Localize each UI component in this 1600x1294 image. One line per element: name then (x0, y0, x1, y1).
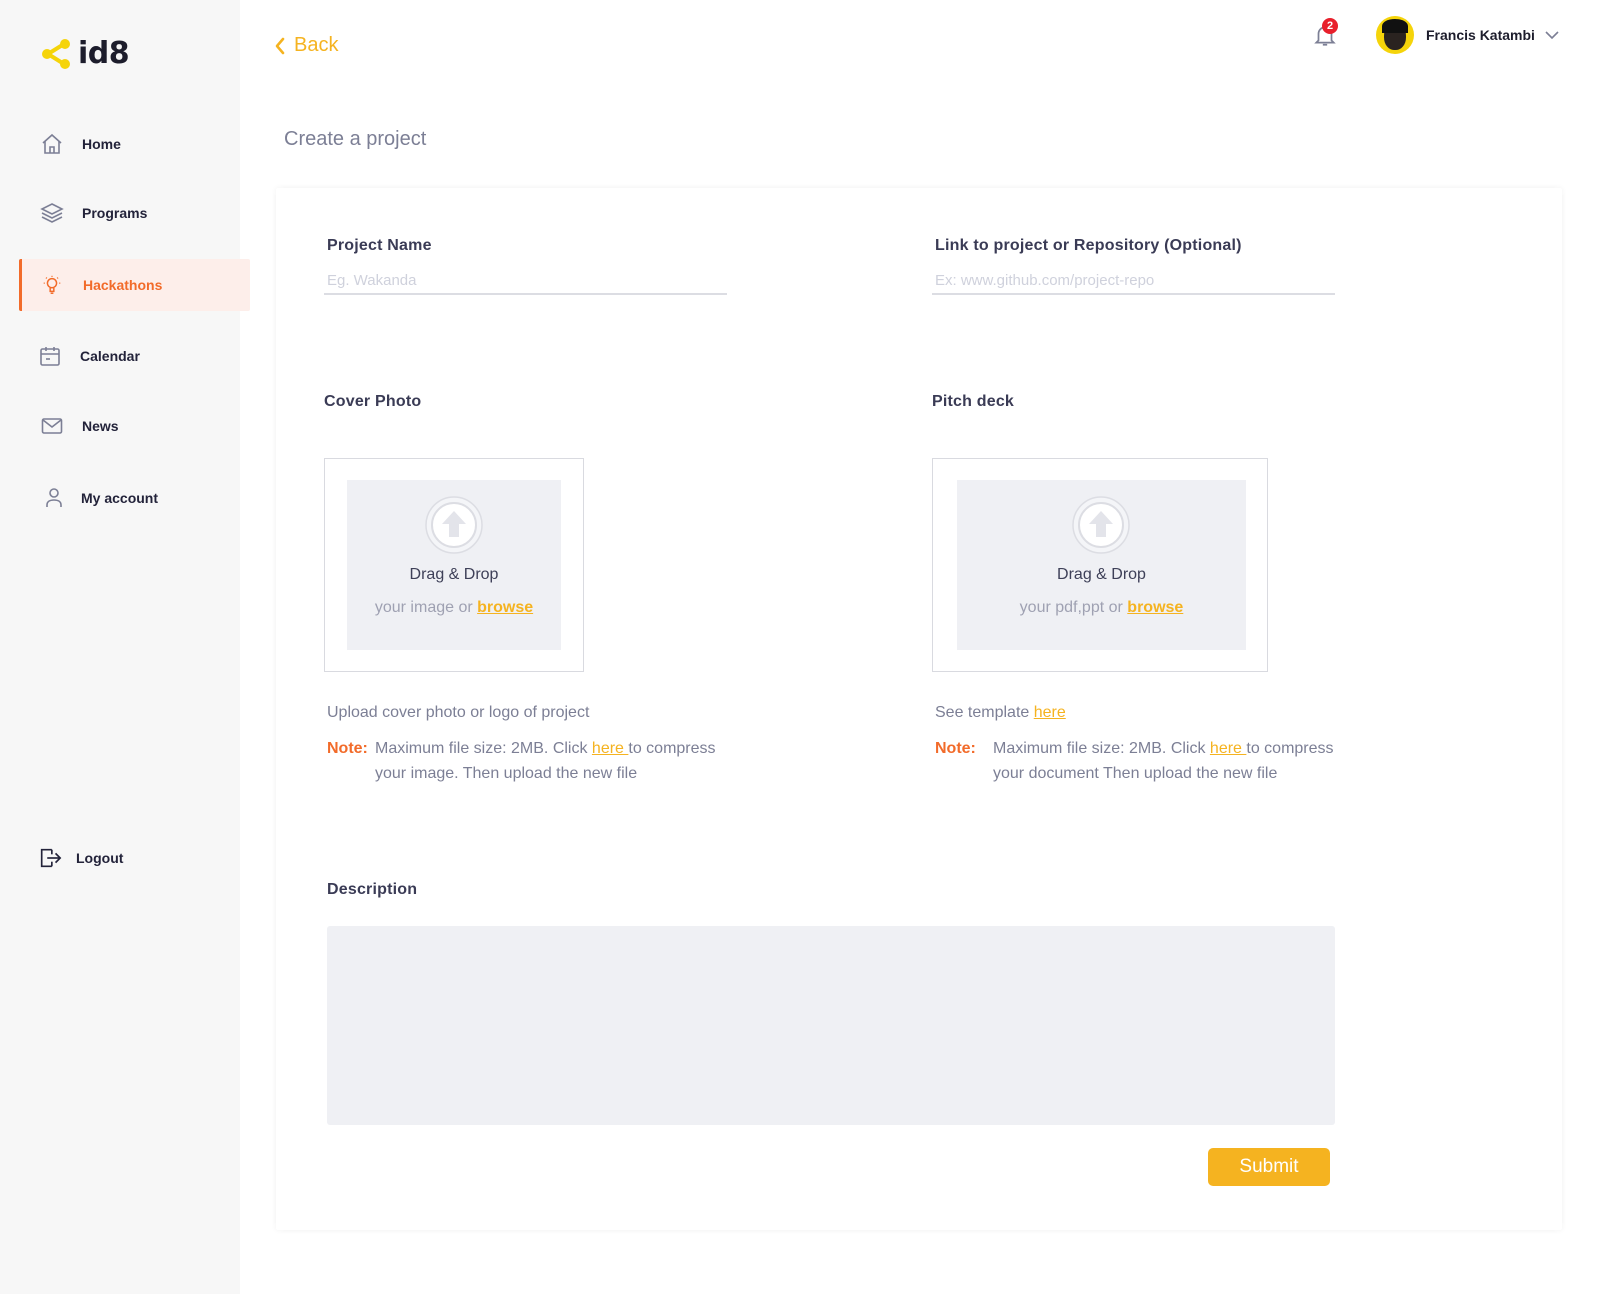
page-title: Create a project (284, 128, 427, 150)
sidebar-item-home[interactable]: Home (0, 118, 250, 170)
back-label: Back (294, 34, 339, 56)
drag-drop-title: Drag & Drop (1057, 566, 1146, 583)
note-body: Maximum file size: 2MB. Click here to co… (375, 740, 716, 782)
user-menu[interactable]: Francis Katambi (1376, 16, 1559, 54)
note-body: Maximum file size: 2MB. Click here to co… (993, 740, 1334, 782)
logo-text: id8 (78, 36, 130, 71)
cover-photo-dropzone[interactable]: Drag & Drop your image or browse (324, 458, 584, 672)
sidebar-item-my-account[interactable]: My account (0, 472, 250, 524)
sidebar-item-label: News (82, 418, 119, 434)
cover-photo-note: Note: Maximum file size: 2MB. Click here… (327, 736, 747, 786)
sidebar-item-hackathons[interactable]: Hackathons (19, 259, 250, 311)
sidebar-item-calendar[interactable]: Calendar (0, 330, 250, 382)
logout-icon (38, 846, 62, 870)
pitch-deck-dropzone[interactable]: Drag & Drop your pdf,ppt or browse (932, 458, 1268, 672)
compress-here-link[interactable]: here (592, 740, 628, 757)
drag-drop-subtitle: your pdf,ppt or browse (1019, 599, 1184, 616)
share-logo-icon (42, 38, 70, 69)
back-button[interactable]: Back (274, 34, 338, 57)
chevron-down-icon (1545, 30, 1559, 39)
submit-button[interactable]: Submit (1208, 1148, 1330, 1186)
sidebar: id8 Home Programs Hackathons Calendar Ne… (0, 0, 250, 1294)
home-icon (40, 132, 64, 156)
upload-icon (1072, 496, 1130, 554)
template-here-link[interactable]: here (1034, 704, 1066, 721)
sidebar-item-label: Calendar (80, 348, 140, 364)
cover-photo-drop-area: Drag & Drop your image or browse (347, 480, 561, 650)
layers-icon (40, 201, 64, 225)
logo[interactable]: id8 (40, 36, 130, 71)
upload-icon (425, 496, 483, 554)
note-key: Note: (935, 740, 976, 757)
avatar (1376, 16, 1414, 54)
mail-icon (40, 414, 64, 438)
chevron-left-icon (275, 37, 285, 54)
project-name-label: Project Name (327, 237, 432, 254)
sidebar-item-news[interactable]: News (0, 400, 250, 452)
browse-link[interactable]: browse (477, 599, 533, 616)
description-label: Description (327, 881, 418, 898)
drag-drop-title: Drag & Drop (409, 566, 499, 583)
repo-link-label: Link to project or Repository (Optional) (935, 237, 1242, 254)
logout-label: Logout (76, 850, 124, 866)
sidebar-item-label: My account (81, 490, 159, 506)
calendar-icon (38, 344, 62, 368)
cover-photo-label: Cover Photo (324, 393, 422, 410)
drag-drop-subtitle: your image or browse (374, 599, 534, 616)
compress-here-link[interactable]: here (1210, 740, 1246, 757)
pitch-deck-drop-area: Drag & Drop your pdf,ppt or browse (957, 480, 1246, 650)
bulb-icon (40, 273, 64, 297)
browse-link[interactable]: browse (1127, 599, 1183, 616)
cover-photo-help: Upload cover photo or logo of project (327, 704, 590, 721)
description-textarea[interactable] (327, 926, 1335, 1125)
logout-button[interactable]: Logout (0, 832, 250, 884)
repo-link-input[interactable] (932, 267, 1335, 295)
pitch-deck-help: See template here (935, 704, 1066, 721)
sidebar-item-programs[interactable]: Programs (0, 187, 250, 239)
user-icon (42, 486, 66, 510)
user-name: Francis Katambi (1426, 27, 1535, 43)
sidebar-item-label: Home (82, 136, 121, 152)
sidebar-item-label: Programs (82, 205, 148, 221)
project-name-input[interactable] (324, 267, 727, 295)
pitch-deck-note: Note: Maximum file size: 2MB. Click here… (935, 736, 1355, 786)
notification-badge: 2 (1322, 18, 1338, 34)
sidebar-item-label: Hackathons (83, 277, 163, 293)
pitch-deck-label: Pitch deck (932, 393, 1015, 410)
note-key: Note: (327, 740, 368, 757)
